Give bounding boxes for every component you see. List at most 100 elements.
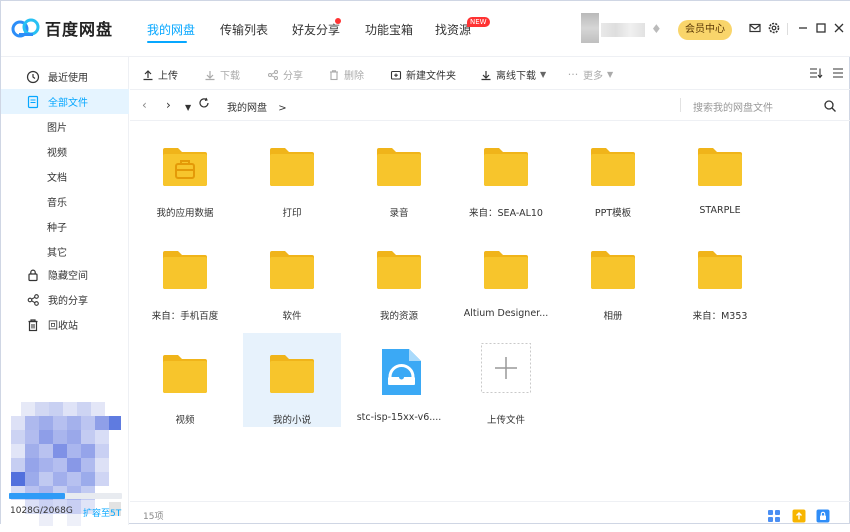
- sidebar-item-label: 其它: [47, 248, 67, 259]
- file-name: 录音: [389, 208, 409, 219]
- new-folder-button[interactable]: 新建文件夹: [390, 67, 456, 82]
- sidebar-item-hidden-space[interactable]: 隐藏空间: [1, 262, 129, 287]
- sidebar-item-recent[interactable]: 最近使用: [1, 64, 129, 89]
- folder-item[interactable]: 来自：手机百度: [136, 229, 234, 322]
- folder-item[interactable]: 打印: [243, 126, 341, 219]
- status-bar: 15项: [130, 501, 850, 525]
- folder-item[interactable]: 我的小说: [243, 333, 341, 427]
- folder-icon: [484, 148, 528, 186]
- file-toolbar: 上传 下载 分享 删除 新建文件夹 离线下载 ▼ ··· 更多 ▼: [130, 57, 850, 90]
- back-arrow-icon[interactable]: ‹: [142, 98, 147, 112]
- file-name: 打印: [282, 208, 302, 219]
- sidebar-item-others[interactable]: 其它: [1, 239, 129, 264]
- breadcrumb[interactable]: 我的网盘 >: [227, 99, 287, 114]
- storage-quota-fill: [9, 493, 66, 499]
- storage-quota-bar: [9, 493, 122, 499]
- expand-storage-link[interactable]: 扩容至5T: [83, 506, 121, 519]
- folder-item[interactable]: 相册: [564, 229, 662, 322]
- avatar[interactable]: [581, 13, 599, 43]
- cloud-logo-icon: [11, 18, 40, 38]
- file-name: 相册: [603, 311, 623, 322]
- new-folder-icon: [390, 69, 402, 81]
- trash-icon: [328, 69, 340, 81]
- sidebar-item-torrents[interactable]: 种子: [1, 214, 129, 239]
- document-icon: [26, 95, 40, 109]
- grid-view-icon[interactable]: [767, 508, 781, 522]
- folder-icon: [698, 251, 742, 289]
- sidebar-item-label: 文档: [47, 173, 67, 184]
- tab-find-resources[interactable]: 找资源: [435, 21, 471, 38]
- file-item[interactable]: stc-isp-15xx-v6....: [350, 333, 448, 425]
- more-label: 更多: [583, 71, 603, 82]
- mail-icon[interactable]: [748, 21, 762, 35]
- sidebar-item-label: 图片: [47, 123, 67, 134]
- folder-item[interactable]: 来自：SEA-AL10: [457, 126, 555, 219]
- upload-icon: [142, 69, 154, 81]
- upload-file-label: 上传文件: [486, 415, 525, 426]
- folder-item[interactable]: 来自：M353: [671, 229, 769, 322]
- active-tab-indicator: [147, 41, 187, 43]
- maximize-icon[interactable]: [814, 21, 828, 35]
- search-icon[interactable]: [823, 98, 837, 112]
- folder-item[interactable]: Altium Designer...: [457, 229, 555, 321]
- folder-icon: [163, 251, 207, 289]
- folder-item[interactable]: 我的资源: [350, 229, 448, 322]
- tab-my-netdisk[interactable]: 我的网盘: [147, 21, 195, 38]
- sidebar-item-label: 我的分享: [48, 296, 88, 307]
- sidebar-item-my-shares[interactable]: 我的分享: [1, 287, 129, 312]
- share-button[interactable]: 分享: [267, 67, 303, 82]
- offline-download-button[interactable]: 离线下载 ▼: [480, 67, 546, 82]
- sidebar-item-music[interactable]: 音乐: [1, 189, 129, 214]
- vip-center-button[interactable]: 会员中心: [678, 20, 732, 40]
- download-icon: [480, 69, 492, 81]
- storage-usage-text: 1028G/2068G: [10, 506, 73, 516]
- tab-transfer-list[interactable]: 传输列表: [220, 21, 268, 38]
- upload-label: 上传: [158, 71, 178, 82]
- folder-item[interactable]: 软件: [243, 229, 341, 322]
- more-button[interactable]: ··· 更多 ▼: [567, 67, 613, 82]
- tab-friend-share[interactable]: 好友分享: [292, 21, 340, 38]
- sidebar-item-all-files[interactable]: 全部文件: [1, 89, 129, 114]
- sidebar-item-images[interactable]: 图片: [1, 114, 129, 139]
- sidebar-item-documents[interactable]: 文档: [1, 164, 129, 189]
- chevron-down-icon: ▼: [540, 70, 547, 79]
- tab-toolbox[interactable]: 功能宝箱: [365, 21, 413, 38]
- upload-button[interactable]: 上传: [142, 67, 178, 82]
- view-mode-button[interactable]: [832, 67, 848, 79]
- history-dropdown-icon[interactable]: ▼: [185, 101, 191, 115]
- folder-item[interactable]: 我的应用数据: [136, 126, 234, 219]
- trash-icon: [26, 318, 40, 332]
- file-name: 来自：手机百度: [151, 311, 219, 322]
- file-name: 我的应用数据: [156, 208, 214, 219]
- sidebar-item-videos[interactable]: 视频: [1, 139, 129, 164]
- folder-item[interactable]: PPT模板: [564, 126, 662, 219]
- sort-button[interactable]: [809, 67, 825, 79]
- download-label: 下载: [220, 71, 240, 82]
- folder-item[interactable]: STARPLE: [671, 126, 769, 218]
- search-input[interactable]: 搜索我的网盘文件: [693, 99, 773, 114]
- folder-icon: [377, 251, 421, 289]
- safe-box-icon[interactable]: [816, 508, 830, 523]
- breadcrumb-separator: >: [278, 103, 287, 114]
- vip-diamond-icon: ♦: [651, 22, 662, 36]
- folder-item[interactable]: 录音: [350, 126, 448, 219]
- breadcrumb-root[interactable]: 我的网盘: [227, 103, 267, 114]
- close-icon[interactable]: [832, 21, 846, 35]
- refresh-icon[interactable]: [198, 97, 210, 112]
- new-folder-label: 新建文件夹: [406, 71, 456, 82]
- settings-gear-icon[interactable]: [767, 21, 781, 35]
- sidebar-item-recycle-bin[interactable]: 回收站: [1, 312, 129, 337]
- sidebar: 最近使用 全部文件 图片 视频 文档 音乐 种子 其它 隐藏空间 我的分享 回收…: [1, 57, 129, 532]
- upload-file-tile[interactable]: 上传文件: [457, 333, 555, 426]
- minimize-icon[interactable]: [796, 21, 810, 35]
- sidebar-item-label: 最近使用: [48, 73, 88, 84]
- folder-item[interactable]: 视频: [136, 333, 234, 426]
- sort-icon: [809, 67, 823, 79]
- sidebar-item-label: 种子: [47, 223, 67, 234]
- download-button[interactable]: 下载: [204, 67, 240, 82]
- upload-tray-icon[interactable]: [792, 508, 806, 523]
- forward-arrow-icon[interactable]: ›: [166, 98, 171, 112]
- folder-icon: [591, 251, 635, 289]
- sidebar-item-label: 音乐: [47, 198, 67, 209]
- delete-button[interactable]: 删除: [328, 67, 364, 82]
